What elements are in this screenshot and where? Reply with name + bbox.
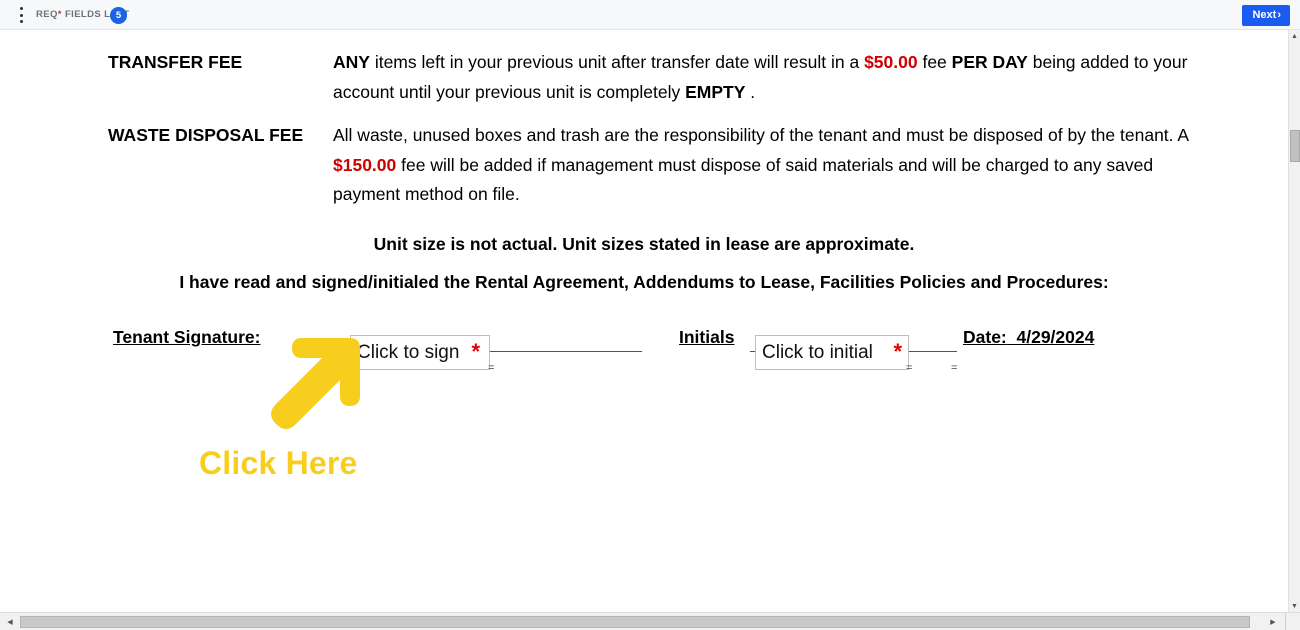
next-button-label: Next bbox=[1252, 9, 1277, 21]
next-button[interactable]: Next › bbox=[1242, 5, 1290, 26]
initials-field-required-icon: * bbox=[893, 339, 902, 364]
scrollbar-divider bbox=[1285, 613, 1286, 630]
clause-body: All waste, unused boxes and trash are th… bbox=[333, 121, 1203, 210]
kebab-menu-icon[interactable] bbox=[14, 7, 28, 23]
initials-label: Initials bbox=[679, 327, 735, 347]
date-label: Date: bbox=[963, 327, 1007, 347]
clause-segment: All waste, unused boxes and trash are th… bbox=[333, 125, 1189, 145]
clause-transfer-fee: TRANSFER FEE ANY items left in your prev… bbox=[108, 48, 1208, 107]
clause-amount: $50.00 bbox=[864, 52, 918, 72]
clause-segment: EMPTY bbox=[685, 81, 746, 102]
scroll-up-icon[interactable]: ▲ bbox=[1289, 30, 1300, 42]
scroll-down-icon[interactable]: ▼ bbox=[1289, 600, 1300, 612]
up-right-arrow-icon bbox=[262, 330, 362, 435]
tenant-signature-label: Tenant Signature: bbox=[113, 327, 261, 347]
clause-segment: . bbox=[745, 81, 756, 102]
date-field-marker: = bbox=[951, 362, 958, 374]
clause-segment: ANY bbox=[333, 52, 370, 72]
click-here-text: Click Here bbox=[199, 445, 358, 481]
agreement-acknowledgement-line: I have read and signed/initialed the Ren… bbox=[179, 272, 1109, 292]
required-fields-label-prefix: REQ bbox=[36, 9, 58, 20]
signature-row: Tenant Signature: Click to sign * = Init… bbox=[0, 318, 1288, 378]
signing-app-window: REQ* FIELDS LEFT 5 Next › TRANSFER FEE A… bbox=[0, 0, 1300, 630]
clause-segment: fee will be added if management must dis… bbox=[333, 154, 1154, 205]
vertical-scrollbar-thumb[interactable] bbox=[1290, 130, 1300, 162]
kebab-dot bbox=[19, 13, 23, 17]
clause-title: WASTE DISPOSAL FEE bbox=[108, 125, 304, 145]
sign-field-placeholder: Click to sign bbox=[357, 342, 460, 363]
date-value: 4/29/2024 bbox=[1016, 327, 1095, 347]
kebab-dot bbox=[19, 7, 23, 10]
clause-waste-disposal-fee: WASTE DISPOSAL FEE All waste, unused box… bbox=[108, 121, 1218, 210]
sign-field-marker: = bbox=[488, 362, 495, 374]
date-label-and-value: Date: 4/29/2024 bbox=[963, 327, 1094, 348]
initials-field-placeholder: Click to initial bbox=[762, 342, 873, 363]
vertical-scrollbar[interactable]: ▲ ▼ bbox=[1288, 30, 1300, 612]
required-fields-count-badge: 5 bbox=[110, 7, 127, 24]
scroll-right-icon[interactable]: ▶ bbox=[1266, 615, 1280, 629]
scroll-left-icon[interactable]: ◀ bbox=[3, 615, 17, 629]
initials-field[interactable]: Click to initial * bbox=[755, 335, 909, 370]
clause-segment: PER DAY bbox=[951, 52, 1028, 72]
clause-body: ANY items left in your previous unit aft… bbox=[333, 48, 1193, 107]
sign-field-required-icon: * bbox=[471, 339, 480, 364]
clause-segment: items left in your previous unit after t… bbox=[369, 52, 865, 72]
horizontal-scrollbar[interactable]: ◀ ▶ bbox=[0, 612, 1300, 630]
document-page: TRANSFER FEE ANY items left in your prev… bbox=[0, 30, 1288, 612]
sign-field[interactable]: Click to sign * bbox=[350, 335, 490, 370]
clause-segment: fee bbox=[917, 52, 952, 72]
clause-title: TRANSFER FEE bbox=[108, 52, 243, 72]
horizontal-scrollbar-thumb[interactable] bbox=[20, 616, 1250, 628]
initials-field-marker: = bbox=[906, 362, 913, 374]
unit-size-disclaimer: Unit size is not actual. Unit sizes stat… bbox=[373, 234, 915, 254]
clause-amount: $150.00 bbox=[333, 154, 397, 175]
chevron-right-icon: › bbox=[1277, 9, 1281, 21]
top-toolbar: REQ* FIELDS LEFT 5 Next › bbox=[0, 0, 1300, 30]
kebab-dot bbox=[19, 20, 23, 23]
